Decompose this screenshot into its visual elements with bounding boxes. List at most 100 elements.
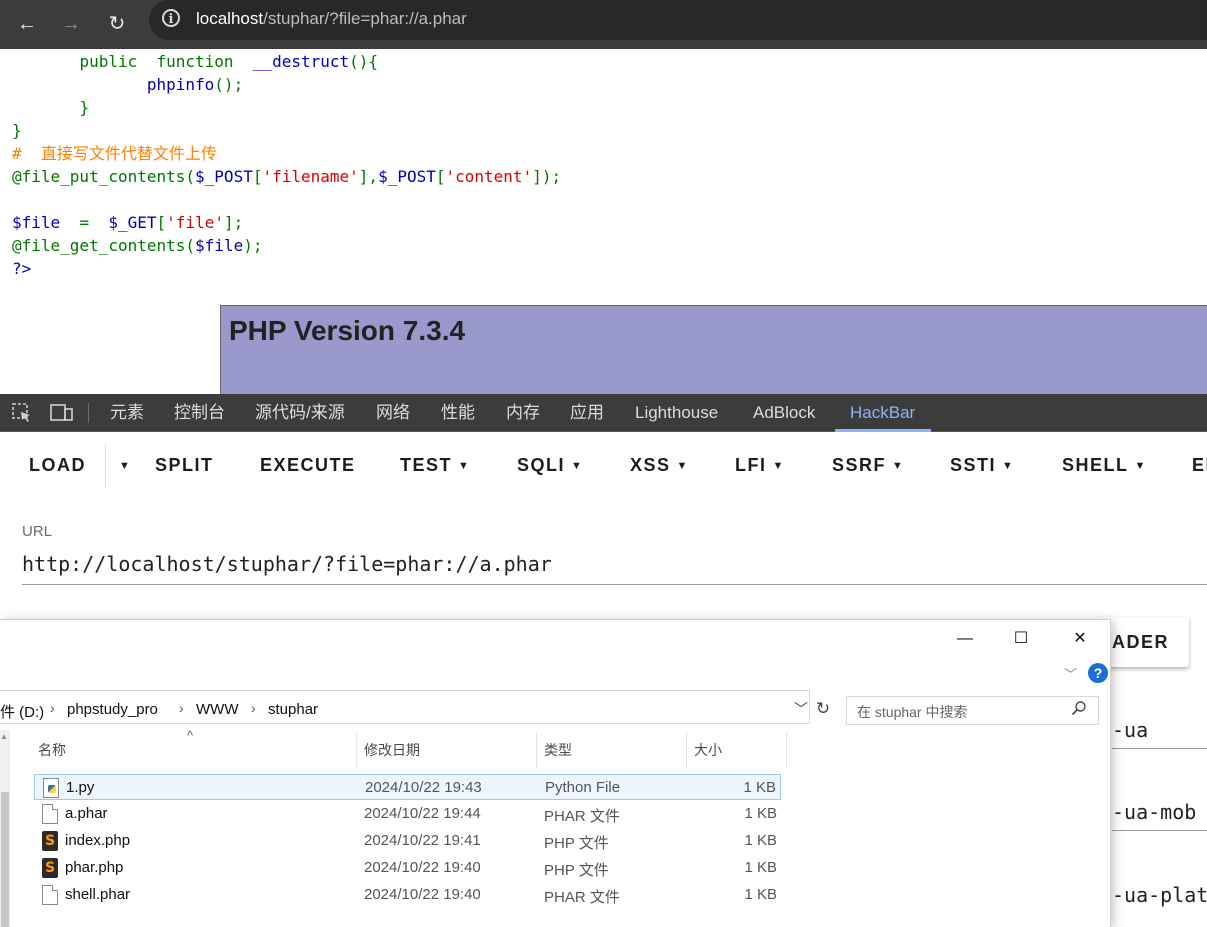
search-icon[interactable]	[1071, 700, 1087, 716]
breadcrumb-www[interactable]: WWW	[196, 701, 238, 718]
caret-down-icon: ▼	[119, 460, 132, 472]
file-type: PHAR 文件	[544, 808, 620, 825]
encoding-menu-button[interactable]: EI	[1192, 455, 1207, 476]
tab-sources[interactable]: 源代码/来源	[255, 394, 345, 432]
column-header-type[interactable]: 类型	[544, 740, 572, 760]
file-name: index.php	[65, 832, 131, 849]
url-input[interactable]: http://localhost/stuphar/?file=phar://a.…	[22, 552, 552, 576]
breadcrumb-phpstudy[interactable]: phpstudy_pro	[67, 701, 158, 718]
file-type: PHP 文件	[544, 862, 609, 879]
column-divider[interactable]	[356, 732, 357, 768]
file-date: 2024/10/22 19:41	[364, 832, 481, 849]
ssti-menu-button[interactable]: SSTI ▼	[950, 455, 1014, 476]
php-file-icon	[42, 831, 58, 851]
file-size: 1 KB	[744, 859, 777, 876]
test-menu-button[interactable]: TEST ▼	[400, 455, 470, 476]
breadcrumb-stuphar[interactable]: stuphar	[268, 701, 318, 718]
caret-down-icon: ▼	[772, 460, 785, 472]
maximize-icon: ☐	[1013, 630, 1029, 647]
inspect-element-icon[interactable]	[11, 402, 33, 424]
php-file-icon	[42, 858, 58, 878]
breadcrumb-drive[interactable]: 件 (D:)	[0, 701, 44, 722]
url-path: /stuphar/?file=phar://a.phar	[263, 9, 467, 28]
close-button[interactable]: ✕	[1057, 620, 1103, 658]
split-button[interactable]: SPLIT	[155, 455, 214, 476]
code-line-2: phpinfo();	[146, 75, 244, 94]
tab-application[interactable]: 应用	[570, 394, 604, 432]
scrollbar-thumb[interactable]	[1, 792, 9, 927]
shell-menu-button[interactable]: SHELL ▼	[1062, 455, 1147, 476]
file-size: 1 KB	[744, 886, 777, 903]
ssrf-label: SSRF	[832, 455, 887, 475]
column-divider[interactable]	[786, 732, 787, 768]
help-icon[interactable]: ?	[1088, 663, 1108, 683]
code-line-get: $file = $_GET['file'];	[12, 213, 244, 232]
file-row-a-phar[interactable]: a.phar 2024/10/22 19:44 PHAR 文件 1 KB	[34, 801, 781, 827]
code-comment: # 直接写文件代替文件上传	[12, 144, 217, 163]
back-arrow-icon[interactable]: ←	[11, 8, 43, 40]
tab-lighthouse[interactable]: Lighthouse	[635, 394, 718, 432]
load-dropdown-button[interactable]: ▼	[113, 455, 131, 476]
header-item-underline	[1112, 748, 1207, 749]
tab-elements[interactable]: 元素	[110, 394, 144, 432]
load-divider	[105, 444, 106, 488]
caret-down-icon: ▼	[892, 460, 905, 472]
chevron-right-icon[interactable]: ›	[50, 700, 55, 716]
tab-adblock[interactable]: AdBlock	[753, 394, 815, 432]
execute-button[interactable]: EXECUTE	[260, 455, 356, 476]
header-item-ua-mobile[interactable]: -ua-mob	[1112, 800, 1196, 824]
test-label: TEST	[400, 455, 453, 475]
url-field-label: URL	[22, 523, 53, 540]
chevron-down-icon[interactable]: ﹀	[1064, 664, 1077, 683]
load-button[interactable]: LOAD	[29, 455, 86, 476]
reload-icon[interactable]: ↻	[101, 8, 133, 40]
file-name: 1.py	[66, 779, 95, 796]
site-info-icon[interactable]: i	[162, 9, 180, 27]
scroll-up-icon[interactable]: ▲	[0, 732, 8, 741]
column-header-date[interactable]: 修改日期	[364, 740, 420, 760]
file-size: 1 KB	[743, 779, 776, 796]
code-line-file-put: @file_put_contents($_POST['filename'],$_…	[12, 167, 562, 186]
file-row-index-php[interactable]: index.php 2024/10/22 19:41 PHP 文件 1 KB	[34, 828, 781, 854]
chevron-right-icon[interactable]: ›	[179, 700, 184, 716]
file-date: 2024/10/22 19:43	[365, 779, 482, 796]
address-history-chevron-icon[interactable]: ﹀	[794, 699, 808, 719]
header-item-ua[interactable]: -ua	[1112, 718, 1148, 742]
device-toolbar-icon[interactable]	[50, 402, 74, 424]
sqli-menu-button[interactable]: SQLI ▼	[517, 455, 583, 476]
xss-menu-button[interactable]: XSS ▼	[630, 455, 689, 476]
tab-performance[interactable]: 性能	[441, 394, 475, 432]
chevron-right-icon[interactable]: ›	[251, 700, 256, 716]
file-row-shell-phar[interactable]: shell.phar 2024/10/22 19:40 PHAR 文件 1 KB	[34, 882, 781, 908]
file-date: 2024/10/22 19:40	[364, 886, 481, 903]
address-bar-url[interactable]: localhost/stuphar/?file=phar://a.phar	[196, 9, 467, 29]
forward-arrow-icon[interactable]: →	[55, 8, 87, 40]
column-header-size[interactable]: 大小	[694, 740, 722, 760]
file-date: 2024/10/22 19:40	[364, 859, 481, 876]
lfi-menu-button[interactable]: LFI ▼	[735, 455, 785, 476]
tab-hackbar[interactable]: HackBar	[850, 394, 915, 432]
file-row-1-py[interactable]: 1.py 2024/10/22 19:43 Python File 1 KB	[34, 774, 781, 800]
xss-label: XSS	[630, 455, 671, 475]
tab-network[interactable]: 网络	[376, 394, 410, 432]
header-item-ua-platform[interactable]: -ua-plat	[1112, 883, 1207, 907]
document-icon	[42, 885, 58, 905]
minimize-button[interactable]: —	[942, 620, 988, 658]
python-file-icon	[43, 778, 59, 798]
ssti-label: SSTI	[950, 455, 997, 475]
tab-memory[interactable]: 内存	[506, 394, 540, 432]
lfi-label: LFI	[735, 455, 767, 475]
file-row-phar-php[interactable]: phar.php 2024/10/22 19:40 PHP 文件 1 KB	[34, 855, 781, 881]
column-divider[interactable]	[686, 732, 687, 768]
maximize-button[interactable]: ☐	[998, 620, 1044, 658]
file-type: PHAR 文件	[544, 889, 620, 906]
active-tab-indicator	[835, 429, 931, 432]
column-header-name[interactable]: 名称	[38, 740, 66, 760]
refresh-icon[interactable]: ↻	[812, 696, 834, 722]
tab-console[interactable]: 控制台	[174, 394, 225, 432]
ssrf-menu-button[interactable]: SSRF ▼	[832, 455, 904, 476]
file-size: 1 KB	[744, 805, 777, 822]
column-divider[interactable]	[536, 732, 537, 768]
code-close-tag: ?>	[12, 259, 32, 278]
close-icon: ✕	[1073, 630, 1087, 647]
